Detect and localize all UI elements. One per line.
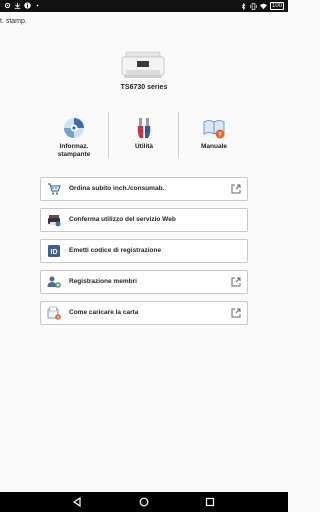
- feature-nav: Informaz. stampante Utilità ? Manuale: [0, 112, 288, 162]
- nav-utilities-label: Utilità: [134, 143, 154, 150]
- nav-manual[interactable]: ? Manuale: [174, 112, 254, 162]
- printer-info-icon: [64, 118, 84, 138]
- bluetooth-icon: [241, 2, 246, 10]
- info-icon: [24, 2, 31, 9]
- nav-printer-info-label-1: Informaz.: [59, 143, 89, 150]
- nav-printer-info-label-2: stampante: [57, 151, 91, 158]
- system-nav-bar: [0, 492, 288, 512]
- menu-order-supplies-label: Ordina subito inch./consumab.: [69, 185, 165, 192]
- dots-icon: [36, 4, 39, 7]
- manual-icon: ?: [203, 120, 225, 139]
- status-bar: 100: [0, 0, 288, 12]
- web-service-icon: [48, 215, 61, 227]
- svg-text:?: ?: [218, 133, 222, 139]
- printer-model-name: TS6730 series: [120, 84, 168, 91]
- member-add-icon: [47, 276, 61, 288]
- external-link-icon: [231, 184, 241, 194]
- home-icon[interactable]: [139, 497, 149, 507]
- external-link-icon: [231, 277, 241, 287]
- svg-text:?: ?: [57, 315, 60, 320]
- back-icon[interactable]: [72, 497, 82, 507]
- menu-web-service-label: Conferma utilizzo del servizio Web: [69, 216, 176, 223]
- nav-utilities[interactable]: Utilità: [104, 112, 184, 162]
- menu-registration-code[interactable]: ID Emetti codice di registrazione: [40, 239, 248, 263]
- recents-icon[interactable]: [205, 497, 215, 507]
- menu-registration-code-label: Emetti codice di registrazione: [69, 247, 162, 254]
- menu-member-registration-label: Registrazione membri: [69, 278, 137, 285]
- menu-load-paper[interactable]: ? Come caricare la carta: [40, 301, 248, 325]
- wifi-icon: [259, 3, 267, 9]
- external-link-icon: [231, 308, 241, 318]
- nav-printer-info[interactable]: Informaz. stampante: [34, 112, 114, 162]
- printer-image: [121, 51, 165, 78]
- menu-order-supplies[interactable]: Ordina subito inch./consumab.: [40, 177, 248, 201]
- page-title: t. stamp.: [0, 18, 27, 25]
- vibrate-icon: [250, 2, 257, 10]
- menu-list: Ordina subito inch./consumab. Conferma u…: [40, 177, 248, 332]
- svg-text:ID: ID: [51, 249, 58, 256]
- menu-member-registration[interactable]: Registrazione membri: [40, 270, 248, 294]
- gear-icon: [4, 2, 11, 9]
- nav-manual-label: Manuale: [200, 143, 227, 150]
- menu-load-paper-label: Come caricare la carta: [69, 309, 139, 316]
- paper-load-icon: ?: [47, 306, 61, 320]
- id-icon: ID: [48, 245, 60, 257]
- download-icon: [14, 2, 21, 9]
- menu-web-service[interactable]: Conferma utilizzo del servizio Web: [40, 208, 248, 232]
- tools-icon: [137, 118, 151, 138]
- battery-indicator: 100: [269, 2, 284, 10]
- cart-icon: [48, 183, 61, 195]
